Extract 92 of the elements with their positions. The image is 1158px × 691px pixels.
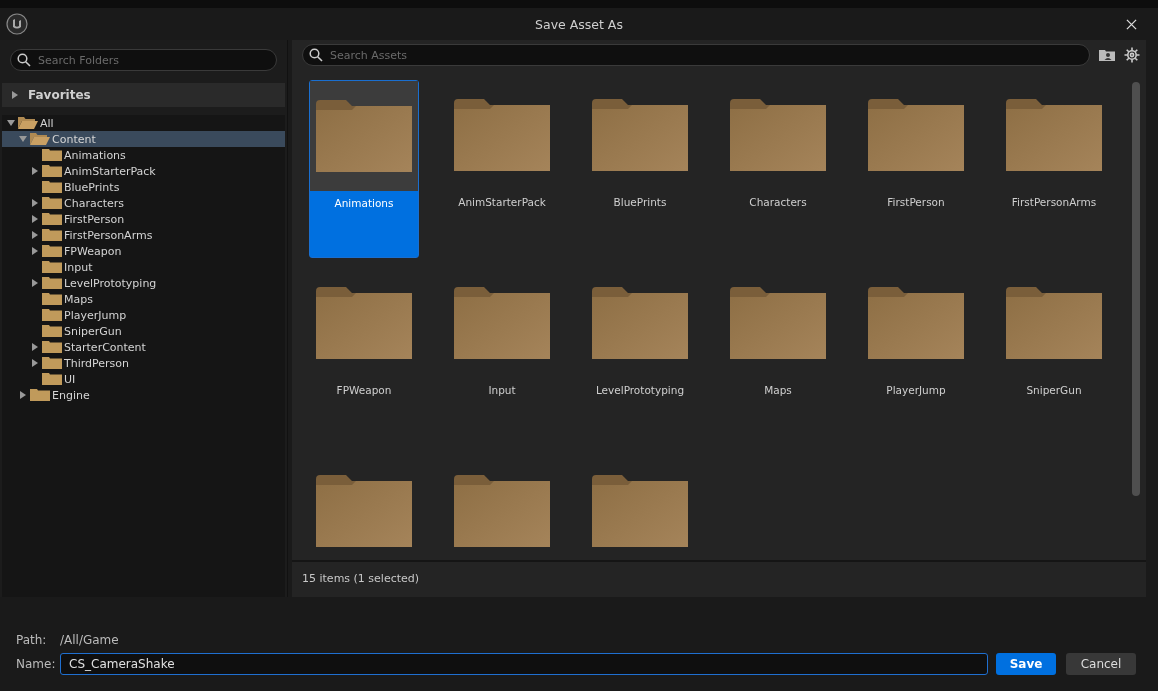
scrollbar[interactable]: [1132, 82, 1140, 496]
folder-tile[interactable]: AnimStarterPack: [447, 80, 557, 258]
folder-name: SniperGun: [1026, 384, 1082, 398]
folder-tile[interactable]: Animations: [309, 80, 419, 258]
folder-icon: [730, 287, 826, 359]
folder-icon: [454, 99, 550, 171]
folder-icon: [42, 260, 62, 274]
folder-icon: [454, 475, 550, 547]
folder-icon: [30, 388, 50, 402]
folder-name: PlayerJump: [886, 384, 946, 398]
folder-tile[interactable]: SniperGun: [999, 268, 1109, 446]
folder-icon: [1006, 287, 1102, 359]
cancel-button[interactable]: Cancel: [1066, 653, 1136, 675]
folder-name: Animations: [334, 197, 394, 211]
tree-item[interactable]: SniperGun: [2, 323, 285, 339]
folder-icon: [42, 292, 62, 306]
folder-name: Input: [488, 384, 516, 398]
folder-name: Maps: [764, 384, 792, 398]
open-folder-icon: [18, 116, 38, 130]
folder-icon: [42, 180, 62, 194]
folder-name: Characters: [749, 196, 807, 210]
folder-icon: [868, 99, 964, 171]
path-value: /All/Game: [60, 633, 119, 647]
tree-item[interactable]: FPWeapon: [2, 243, 285, 259]
tree-item[interactable]: LevelPrototyping: [2, 275, 285, 291]
window-title: Save Asset As: [535, 16, 623, 32]
settings-icon[interactable]: [1124, 47, 1140, 63]
folder-icon: [454, 287, 550, 359]
search-icon: [309, 48, 323, 62]
folder-name: LevelPrototyping: [595, 384, 685, 398]
folder-tile[interactable]: Input: [447, 268, 557, 446]
folder-name: FPWeapon: [336, 384, 392, 398]
folder-icon: [316, 100, 412, 172]
folder-icon: [316, 475, 412, 547]
folder-icon: [42, 228, 62, 242]
tree-item[interactable]: Engine: [2, 387, 285, 403]
status-text: 15 items (1 selected): [301, 570, 421, 587]
folder-icon: [42, 308, 62, 322]
folder-icon: [592, 99, 688, 171]
search-field[interactable]: Search Folders: [10, 49, 277, 71]
folder-icon: [42, 356, 62, 370]
close-icon[interactable]: [1126, 18, 1137, 30]
folder-icon: [592, 287, 688, 359]
folder-icon: [42, 340, 62, 354]
folder-tile[interactable]: FPWeapon: [309, 268, 419, 446]
tree-item[interactable]: ThirdPerson: [2, 355, 285, 371]
logo-icon: [6, 13, 28, 35]
tree-item[interactable]: Input: [2, 259, 285, 275]
folder-name: BluePrints: [613, 196, 667, 210]
folder-icon: [42, 372, 62, 386]
folder-icon: [730, 99, 826, 171]
folder-icon: [42, 276, 62, 290]
save-button[interactable]: Save: [996, 653, 1056, 675]
folder-icon: [42, 324, 62, 338]
folder-icon: [316, 287, 412, 359]
search-field[interactable]: Search Assets: [302, 44, 1090, 66]
tree-item[interactable]: FirstPerson: [2, 211, 285, 227]
folder-icon: [42, 244, 62, 258]
name-field[interactable]: CS_CameraShake: [60, 653, 988, 675]
folder-icon: [1006, 99, 1102, 171]
folder-icon: [42, 164, 62, 178]
folder-icon: [868, 287, 964, 359]
folder-icon: [42, 196, 62, 210]
open-folder-icon: [30, 132, 50, 146]
name-label: Name:: [16, 657, 57, 671]
folder-name: FirstPersonArms: [1011, 196, 1097, 210]
tree-item[interactable]: Maps: [2, 291, 285, 307]
tree-item[interactable]: Content: [2, 131, 285, 147]
folder-tile[interactable]: Maps: [723, 268, 833, 446]
folder-name: FirstPerson: [887, 196, 945, 210]
folder-tile[interactable]: FirstPerson: [861, 80, 971, 258]
tree-item[interactable]: Animations: [2, 147, 285, 163]
tree-item[interactable]: Characters: [2, 195, 285, 211]
folder-tile[interactable]: FirstPersonArms: [999, 80, 1109, 258]
search-icon: [17, 53, 31, 67]
expand-arrow-icon[interactable]: [12, 91, 18, 99]
tree-item[interactable]: StarterContent: [2, 339, 285, 355]
tree-item[interactable]: BluePrints: [2, 179, 285, 195]
folder-tile[interactable]: PlayerJump: [861, 268, 971, 446]
folder-name: AnimStarterPack: [458, 196, 546, 210]
path-label: Path:: [16, 633, 48, 647]
favorites-header[interactable]: Favorites: [2, 83, 285, 107]
folder-icon: [42, 212, 62, 226]
tree-item[interactable]: FirstPersonArms: [2, 227, 285, 243]
tree-item[interactable]: PlayerJump: [2, 307, 285, 323]
folder-tile[interactable]: Characters: [723, 80, 833, 258]
tree-item[interactable]: UI: [2, 371, 285, 387]
tree-item[interactable]: AnimStarterPack: [2, 163, 285, 179]
folder-tile[interactable]: LevelPrototyping: [585, 268, 695, 446]
folder-icon: [592, 475, 688, 547]
folder-tile[interactable]: BluePrints: [585, 80, 695, 258]
folder-icon[interactable]: [1099, 47, 1115, 63]
